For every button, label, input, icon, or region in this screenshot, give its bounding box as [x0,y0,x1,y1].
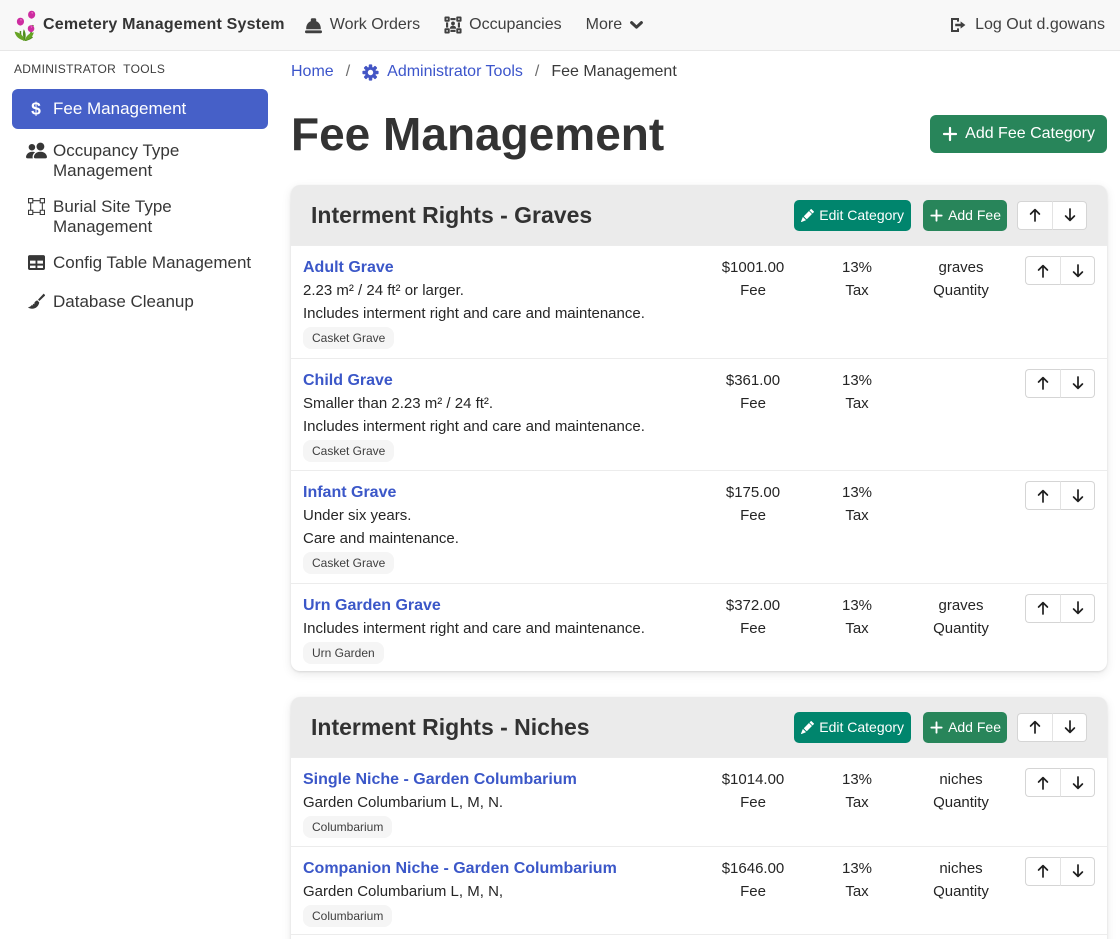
svg-text:$: $ [31,100,41,118]
